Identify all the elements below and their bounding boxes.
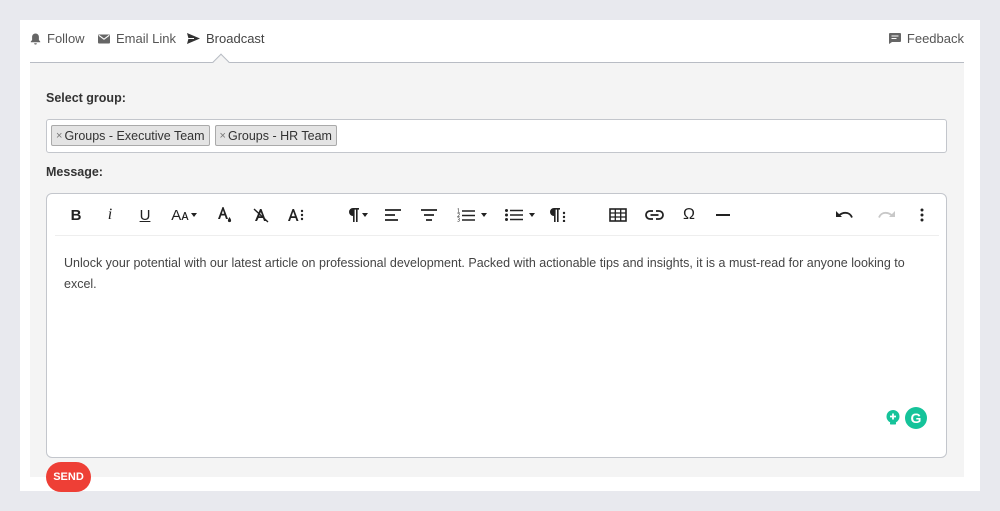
group-chip: × Groups - Executive Team bbox=[51, 125, 210, 146]
text-color-button[interactable] bbox=[215, 204, 235, 226]
tab-bar: Follow Email Link Broadcast Feedback bbox=[30, 20, 964, 63]
more-options-button[interactable] bbox=[914, 204, 930, 226]
special-characters-button[interactable]: Ω bbox=[679, 204, 699, 226]
group-chip-label: Groups - HR Team bbox=[227, 128, 332, 143]
horizontal-line-button[interactable] bbox=[713, 204, 733, 226]
undo-icon bbox=[835, 209, 853, 221]
remove-chip-button[interactable]: × bbox=[56, 130, 62, 142]
message-editor[interactable]: B i U Aᴀ 1 2 3 Ω Unlock your potential w… bbox=[46, 193, 947, 458]
clear-format-button[interactable] bbox=[251, 204, 271, 226]
italic-button[interactable]: i bbox=[103, 204, 117, 226]
horizontal-line-icon bbox=[716, 213, 730, 217]
font-size-icon: Aᴀ bbox=[171, 206, 189, 224]
align-center-icon bbox=[421, 209, 437, 221]
grammarly-logo-icon: G bbox=[905, 407, 927, 429]
paragraph-style-icon bbox=[549, 208, 567, 222]
redo-icon bbox=[878, 209, 896, 221]
select-group-label: Select group: bbox=[46, 91, 126, 105]
chevron-down-icon bbox=[190, 213, 197, 217]
bullet-list-dropdown[interactable] bbox=[502, 204, 538, 226]
tab-feedback[interactable]: Feedback bbox=[888, 31, 964, 46]
editor-toolbar: B i U Aᴀ 1 2 3 Ω bbox=[55, 194, 939, 236]
table-icon bbox=[609, 208, 627, 222]
ordered-list-dropdown[interactable]: 123 bbox=[454, 204, 490, 226]
broadcast-card: Follow Email Link Broadcast Feedback Sel… bbox=[20, 20, 980, 492]
broadcast-panel: Select group: × Groups - Executive Team … bbox=[30, 63, 964, 477]
text-style-icon bbox=[288, 208, 306, 222]
insert-table-button[interactable] bbox=[608, 204, 628, 226]
align-left-button[interactable] bbox=[383, 204, 403, 226]
group-select[interactable]: × Groups - Executive Team × Groups - HR … bbox=[46, 119, 947, 153]
chevron-down-icon bbox=[361, 213, 368, 217]
envelope-icon bbox=[98, 34, 110, 44]
message-text[interactable]: Unlock your potential with our latest ar… bbox=[64, 253, 929, 294]
chevron-down-icon bbox=[481, 213, 487, 217]
bullet-list-icon bbox=[505, 208, 523, 222]
lightbulb-icon bbox=[884, 409, 902, 427]
pilcrow-icon bbox=[348, 208, 359, 222]
more-vertical-icon bbox=[920, 208, 924, 222]
group-chip: × Groups - HR Team bbox=[214, 125, 337, 146]
tab-email-link[interactable]: Email Link bbox=[98, 31, 176, 46]
paragraph-style-button[interactable] bbox=[548, 204, 568, 226]
underline-button[interactable]: U bbox=[137, 204, 153, 226]
align-left-icon bbox=[385, 209, 401, 221]
group-chip-label: Groups - Executive Team bbox=[64, 128, 205, 143]
bell-icon bbox=[30, 33, 41, 45]
align-center-button[interactable] bbox=[419, 204, 439, 226]
feedback-icon bbox=[888, 33, 901, 44]
paragraph-dropdown[interactable] bbox=[345, 204, 371, 226]
send-arrow-icon bbox=[187, 33, 200, 44]
tab-follow[interactable]: Follow bbox=[30, 31, 85, 46]
text-color-icon bbox=[217, 206, 233, 224]
tab-broadcast[interactable]: Broadcast bbox=[187, 31, 265, 46]
undo-button[interactable] bbox=[833, 204, 855, 226]
grammarly-widget[interactable]: G bbox=[882, 406, 929, 430]
font-size-dropdown[interactable]: Aᴀ bbox=[169, 204, 199, 226]
send-button[interactable]: SEND bbox=[46, 462, 91, 492]
svg-text:3: 3 bbox=[457, 218, 460, 223]
clear-format-icon bbox=[253, 207, 269, 223]
insert-link-button[interactable] bbox=[643, 204, 665, 226]
tab-broadcast-label: Broadcast bbox=[206, 31, 265, 46]
link-icon bbox=[644, 210, 664, 220]
paragraph-format-button[interactable] bbox=[287, 204, 307, 226]
message-label: Message: bbox=[46, 165, 103, 179]
ordered-list-icon: 123 bbox=[457, 208, 475, 222]
chevron-down-icon bbox=[529, 213, 535, 217]
tab-feedback-label: Feedback bbox=[906, 31, 964, 46]
tab-email-link-label: Email Link bbox=[116, 31, 176, 46]
tab-follow-label: Follow bbox=[47, 31, 85, 46]
remove-chip-button[interactable]: × bbox=[220, 130, 226, 142]
bold-button[interactable]: B bbox=[68, 204, 84, 226]
redo-button[interactable] bbox=[876, 204, 898, 226]
